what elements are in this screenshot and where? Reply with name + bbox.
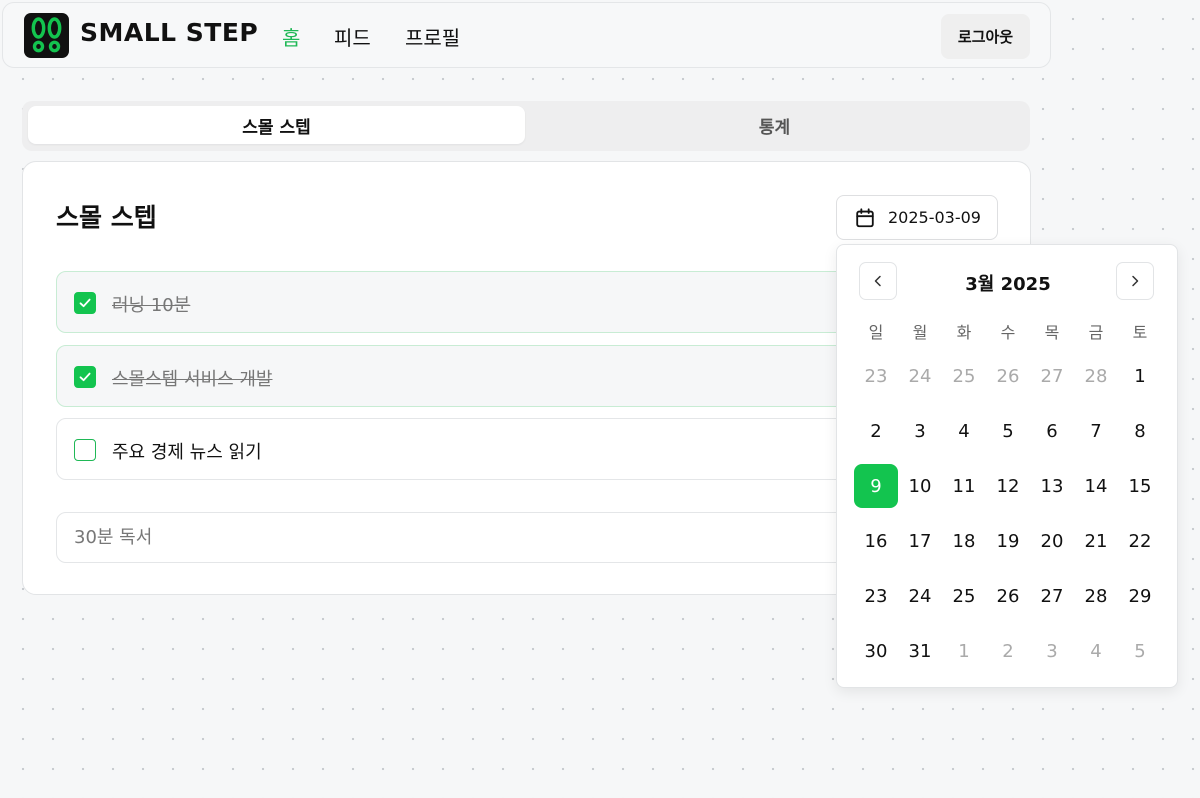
calendar-day[interactable]: 11 xyxy=(942,464,986,508)
calendar-day-outside[interactable]: 1 xyxy=(942,629,986,673)
calendar-day[interactable]: 2 xyxy=(854,409,898,453)
brand-name[interactable]: SMALL STEP xyxy=(80,18,258,47)
calendar-day[interactable]: 26 xyxy=(986,574,1030,618)
weekday-label: 금 xyxy=(1088,323,1104,342)
check-icon xyxy=(79,372,91,382)
task-item[interactable]: 러닝 10분 xyxy=(56,271,876,333)
tab-small-step[interactable]: 스몰 스텝 xyxy=(28,106,525,144)
calendar-icon xyxy=(856,207,874,227)
nav-feed[interactable]: 피드 xyxy=(334,22,371,51)
check-icon xyxy=(79,298,91,308)
calendar-day-outside[interactable]: 27 xyxy=(1030,354,1074,398)
calendar-day-outside[interactable]: 24 xyxy=(898,354,942,398)
calendar-day-outside[interactable]: 28 xyxy=(1074,354,1118,398)
calendar-day-outside[interactable]: 3 xyxy=(1030,629,1074,673)
calendar-day[interactable]: 9 xyxy=(854,464,898,508)
card-title: 스몰 스텝 xyxy=(56,203,157,232)
calendar-day-outside[interactable]: 4 xyxy=(1074,629,1118,673)
weekday-label: 화 xyxy=(956,323,972,342)
calendar-day-outside[interactable]: 5 xyxy=(1118,629,1162,673)
calendar-day[interactable]: 13 xyxy=(1030,464,1074,508)
task-label: 러닝 10분 xyxy=(112,295,191,316)
calendar-day[interactable]: 15 xyxy=(1118,464,1162,508)
calendar-day-outside[interactable]: 25 xyxy=(942,354,986,398)
calendar-day[interactable]: 4 xyxy=(942,409,986,453)
date-picker-button[interactable]: 2025-03-09 xyxy=(836,195,998,240)
weekday-label: 월 xyxy=(912,323,928,342)
tab-statistics[interactable]: 통계 xyxy=(526,106,1023,144)
calendar-day[interactable]: 27 xyxy=(1030,574,1074,618)
nav-profile[interactable]: 프로필 xyxy=(405,22,460,51)
weekday-label: 일 xyxy=(868,323,884,342)
nav-home[interactable]: 홈 xyxy=(282,22,300,51)
view-tabs: 스몰 스텝 통계 xyxy=(22,101,1030,151)
calendar-day[interactable]: 23 xyxy=(854,574,898,618)
calendar-day[interactable]: 3 xyxy=(898,409,942,453)
calendar-day-outside[interactable]: 2 xyxy=(986,629,1030,673)
calendar-day-outside[interactable]: 26 xyxy=(986,354,1030,398)
calendar-day-outside[interactable]: 23 xyxy=(854,354,898,398)
task-checkbox[interactable] xyxy=(74,292,96,314)
task-checkbox[interactable] xyxy=(74,439,96,461)
calendar-day[interactable]: 16 xyxy=(854,519,898,563)
calendar-day[interactable]: 24 xyxy=(898,574,942,618)
calendar-day[interactable]: 7 xyxy=(1074,409,1118,453)
task-label: 스몰스텝 서비스 개발 xyxy=(112,369,273,390)
calendar-day[interactable]: 19 xyxy=(986,519,1030,563)
calendar-popover: 3월 2025 일 월 화 수 목 금 토 23 24 25 26 27 28 1 2 3 4 5 6 7 8 9 10 11… xyxy=(836,244,1178,688)
task-item[interactable]: 스몰스텝 서비스 개발 xyxy=(56,345,876,407)
selected-date: 2025-03-09 xyxy=(888,208,981,227)
calendar-day[interactable]: 20 xyxy=(1030,519,1074,563)
chevron-right-icon xyxy=(1132,275,1139,287)
weekday-label: 수 xyxy=(1000,323,1016,342)
calendar-day[interactable]: 1 xyxy=(1118,354,1162,398)
calendar-day[interactable]: 17 xyxy=(898,519,942,563)
task-label: 주요 경제 뉴스 읽기 xyxy=(112,442,262,463)
new-task-input[interactable] xyxy=(56,512,876,563)
weekday-label: 목 xyxy=(1044,323,1060,342)
calendar-day[interactable]: 22 xyxy=(1118,519,1162,563)
calendar-day[interactable]: 8 xyxy=(1118,409,1162,453)
calendar-day[interactable]: 31 xyxy=(898,629,942,673)
calendar-day[interactable]: 6 xyxy=(1030,409,1074,453)
footprints-icon[interactable] xyxy=(24,13,69,58)
calendar-day[interactable]: 12 xyxy=(986,464,1030,508)
next-month-button[interactable] xyxy=(1116,262,1154,300)
calendar-day[interactable]: 18 xyxy=(942,519,986,563)
calendar-day[interactable]: 28 xyxy=(1074,574,1118,618)
calendar-day[interactable]: 25 xyxy=(942,574,986,618)
task-checkbox[interactable] xyxy=(74,366,96,388)
calendar-day[interactable]: 21 xyxy=(1074,519,1118,563)
calendar-day[interactable]: 5 xyxy=(986,409,1030,453)
top-nav-bar: SMALL STEP 홈 피드 프로필 로그아웃 xyxy=(2,2,1051,68)
weekday-label: 토 xyxy=(1132,323,1148,342)
calendar-day[interactable]: 14 xyxy=(1074,464,1118,508)
logout-button[interactable]: 로그아웃 xyxy=(941,14,1030,59)
calendar-day[interactable]: 30 xyxy=(854,629,898,673)
task-item[interactable]: 주요 경제 뉴스 읽기 xyxy=(56,418,876,480)
calendar-day[interactable]: 10 xyxy=(898,464,942,508)
calendar-day[interactable]: 29 xyxy=(1118,574,1162,618)
